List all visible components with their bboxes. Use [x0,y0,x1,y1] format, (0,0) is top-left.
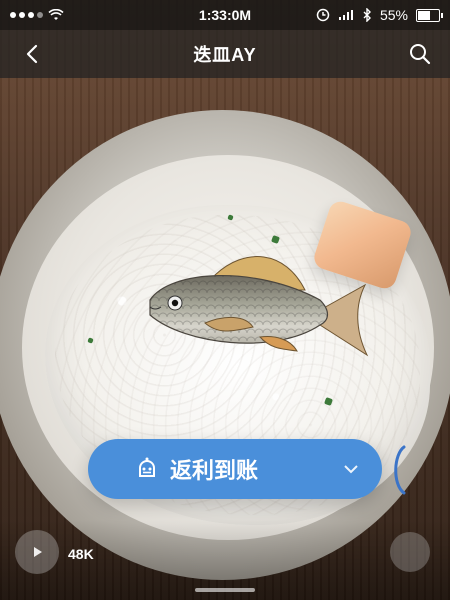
battery-fill [418,10,431,20]
status-left [10,9,64,21]
battery-icon [416,8,443,22]
chevron-left-icon [26,44,38,64]
cellular-icon [338,10,353,20]
bluetooth-icon [363,8,371,22]
clock-icon [316,8,330,22]
search-button[interactable] [406,40,434,68]
comment-bubble[interactable] [390,532,430,572]
rebate-label: 返利到账 [170,458,259,483]
back-button[interactable] [18,40,46,68]
battery-percent: 55% [379,7,408,23]
play-icon [34,547,42,557]
signal-dots [10,12,43,18]
view-count: 48K [68,546,94,562]
rebate-arrived-button[interactable]: 返利到账 [88,439,382,499]
status-bar: 1:33:0M 55% [0,0,450,30]
robot-icon [134,456,160,482]
decorative-arc [394,445,406,495]
play-button[interactable] [15,530,59,574]
home-indicator [195,588,255,592]
wifi-icon [48,9,64,20]
fish-image [149,256,369,357]
chevron-down-icon [342,460,360,478]
search-icon [410,44,431,65]
top-navbar: 迭皿AY [0,30,450,78]
status-right: 55% [316,7,443,23]
page-title: 迭皿AY [193,45,257,65]
